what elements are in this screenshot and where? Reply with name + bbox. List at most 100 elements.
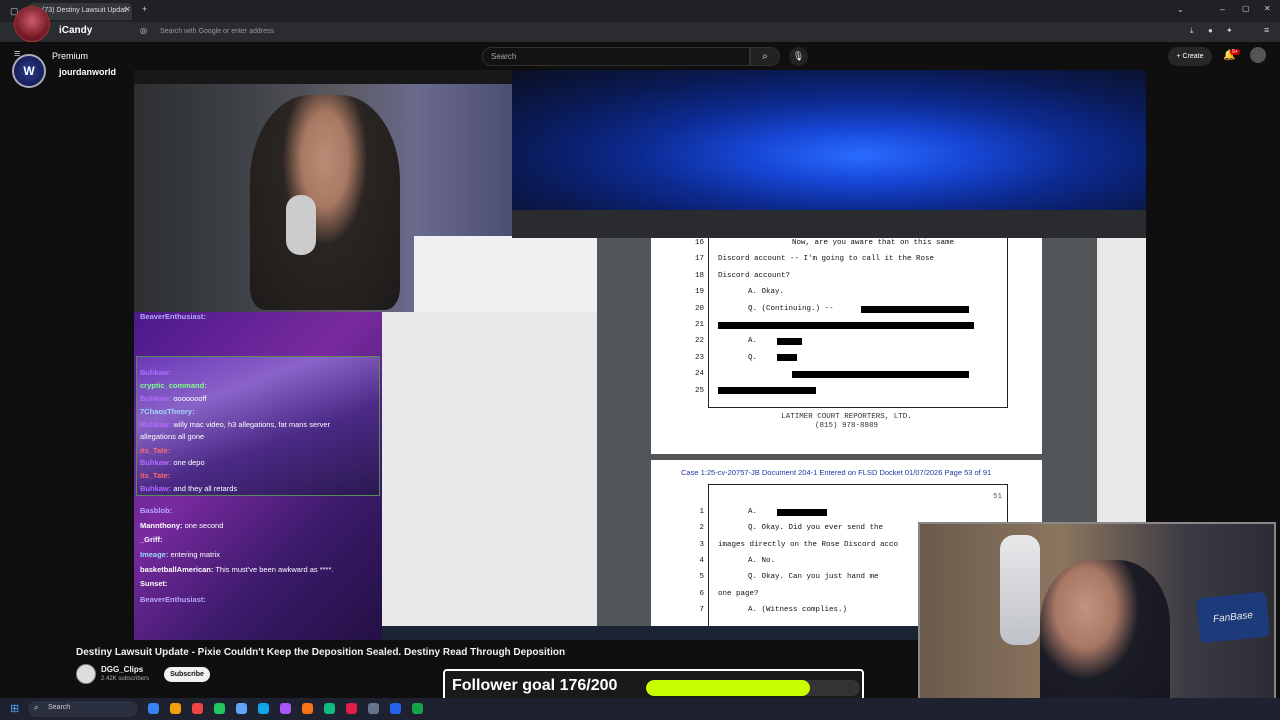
transcript-line: images directly on the Rose Discord acco — [718, 540, 899, 549]
desktop-wallpaper — [512, 70, 1146, 212]
chat-message: Buhkaw: oooooooff — [140, 394, 207, 403]
browser-menu-icon[interactable]: ≡ — [1264, 25, 1269, 35]
line-number: 19 — [694, 288, 704, 297]
chat-username[interactable]: basketballAmerican: — [140, 565, 213, 574]
line-number: 5 — [699, 573, 704, 582]
taskbar-app-icon[interactable] — [368, 703, 379, 714]
chat-username[interactable]: Mannthony: — [140, 521, 183, 530]
transcript-line: Q. (Continuing.) -- — [748, 304, 834, 313]
chat-username[interactable]: Basblob: — [140, 506, 172, 515]
chat-username[interactable]: Buhkaw: — [140, 394, 171, 403]
chat-message: Sunset: — [140, 579, 168, 588]
tab-close-icon[interactable]: ✕ — [124, 5, 131, 14]
line-number: 17 — [694, 255, 704, 264]
screen: { "browser": { "tab_title": "(73) Destin… — [0, 0, 1280, 720]
line-number: 25 — [694, 386, 704, 395]
transcript-line: Discord account? — [718, 271, 791, 280]
address-input[interactable]: Search with Google or enter address — [136, 25, 696, 39]
chat-username[interactable]: cryptic_command: — [140, 381, 207, 390]
chat-username[interactable]: _Griff: — [140, 535, 163, 544]
subscribe-button[interactable]: Subscribe — [164, 667, 210, 682]
minimize-icon[interactable]: – — [1220, 4, 1225, 14]
taskbar-app-icon[interactable] — [148, 703, 159, 714]
chat-message: _Griff: — [140, 535, 163, 544]
search-icon: ⌕ — [762, 51, 768, 62]
taskbar-app-icon[interactable] — [236, 703, 247, 714]
notification-count-badge: 9+ — [1230, 49, 1240, 55]
taskbar-app-icon[interactable] — [412, 703, 423, 714]
chat-message: Imeage: entering matrix — [140, 550, 220, 559]
transcript-line: Discord account -- I'm going to call it … — [718, 255, 935, 264]
chat-username[interactable]: Imeage: — [140, 550, 168, 559]
transcript-line: A. Okay. — [748, 288, 785, 297]
chat-username[interactable]: its_Tate: — [140, 446, 170, 455]
chat-username[interactable]: Buhkaw: — [140, 484, 171, 493]
transcript-line: Q. Okay. Did you ever send the — [748, 524, 884, 533]
channel-avatar[interactable] — [76, 664, 96, 684]
redaction-bar — [777, 354, 797, 361]
line-number: 18 — [694, 271, 704, 280]
transcript-line: A. — [748, 337, 758, 346]
taskbar-app-icon[interactable] — [390, 703, 401, 714]
windows-start-icon[interactable]: ⊞ — [10, 702, 19, 715]
new-tab-icon[interactable]: + — [142, 4, 147, 14]
taskbar-app-icon[interactable] — [192, 703, 203, 714]
window-close-icon[interactable]: ✕ — [1264, 4, 1271, 13]
taskbar-app-icon[interactable] — [280, 703, 291, 714]
youtube-premium-label: Premium — [52, 51, 89, 61]
transcript-line: Now, are you aware that on this same — [792, 239, 955, 247]
create-button[interactable]: + Create — [1168, 47, 1212, 66]
chat-message: Buhkaw: — [140, 368, 171, 377]
chat-message: its_Tate: — [140, 446, 170, 455]
reporter-name: LATIMER COURT REPORTERS, LTD. — [781, 413, 912, 421]
chat-username[interactable]: Buhkaw: — [140, 420, 171, 429]
profile-avatar[interactable] — [1250, 47, 1266, 63]
extensions-icon[interactable]: ✦ — [1226, 26, 1233, 35]
taskbar-app-icon[interactable] — [258, 703, 269, 714]
pdf-viewer-titlebar — [512, 210, 1146, 238]
voice-search-button[interactable]: 🎙 — [789, 47, 808, 66]
site-info-icon[interactable]: ◎ — [140, 26, 147, 35]
account-icon[interactable]: ● — [1208, 26, 1213, 35]
chat-username[interactable]: 7ChaosTheory: — [140, 407, 195, 416]
line-number: 23 — [694, 353, 704, 362]
search-input[interactable]: Search — [482, 47, 750, 66]
chat-username[interactable]: BeaverEnthusiast: — [140, 312, 206, 321]
follower-goal-bar — [646, 680, 860, 696]
taskbar-search[interactable]: Search — [28, 701, 138, 717]
taskbar-app-icon[interactable] — [214, 703, 225, 714]
create-label: Create — [1182, 53, 1204, 60]
redaction-bar — [718, 322, 974, 329]
inner-taskbar — [382, 626, 918, 640]
chat-username[interactable]: Buhkaw: — [140, 368, 171, 377]
microphone-icon: 🎙 — [792, 51, 805, 61]
download-icon[interactable]: ⤓ — [1190, 26, 1194, 36]
chat-username[interactable]: Buhkaw: — [140, 458, 171, 467]
chat-username[interactable]: its_Tate: — [140, 471, 170, 480]
chat-username[interactable]: BeaverEnthusiast: — [140, 595, 206, 604]
chat-message: Basblob: — [140, 506, 172, 515]
channel-name[interactable]: DGG_Clips — [101, 665, 143, 674]
taskbar-app-icon[interactable] — [346, 703, 357, 714]
court-reporter-footer: LATIMER COURT REPORTERS, LTD. (815) 978-… — [651, 413, 1042, 431]
redaction-bar — [861, 306, 969, 313]
line-number: 16 — [694, 239, 704, 247]
chat-username[interactable]: Sunset: — [140, 579, 168, 588]
tab-list-chevron-icon[interactable]: ⌄ — [1177, 5, 1184, 14]
taskbar-app-icon[interactable] — [324, 703, 335, 714]
maximize-icon[interactable]: ▢ — [1242, 4, 1250, 13]
search-button[interactable]: ⌕ — [750, 47, 780, 66]
taskbar-app-icon[interactable] — [302, 703, 313, 714]
transcript-line: one page? — [718, 589, 759, 598]
taskbar-app-icon[interactable] — [170, 703, 181, 714]
chat-message: basketballAmerican: This must've been aw… — [140, 565, 333, 574]
transcript-line: A. (Witness complies.) — [748, 605, 848, 614]
line-number: 2 — [699, 524, 704, 533]
pdf-viewer-margin — [414, 236, 597, 312]
chat-text: and they all retards — [171, 484, 238, 493]
follower-goal-label: Follower goal 176/200 — [452, 677, 618, 694]
transcript-line: A. No. — [748, 556, 776, 565]
redaction-bar — [718, 387, 816, 394]
chat-text: allegations all gone — [140, 432, 205, 441]
host-figure — [1040, 560, 1170, 720]
